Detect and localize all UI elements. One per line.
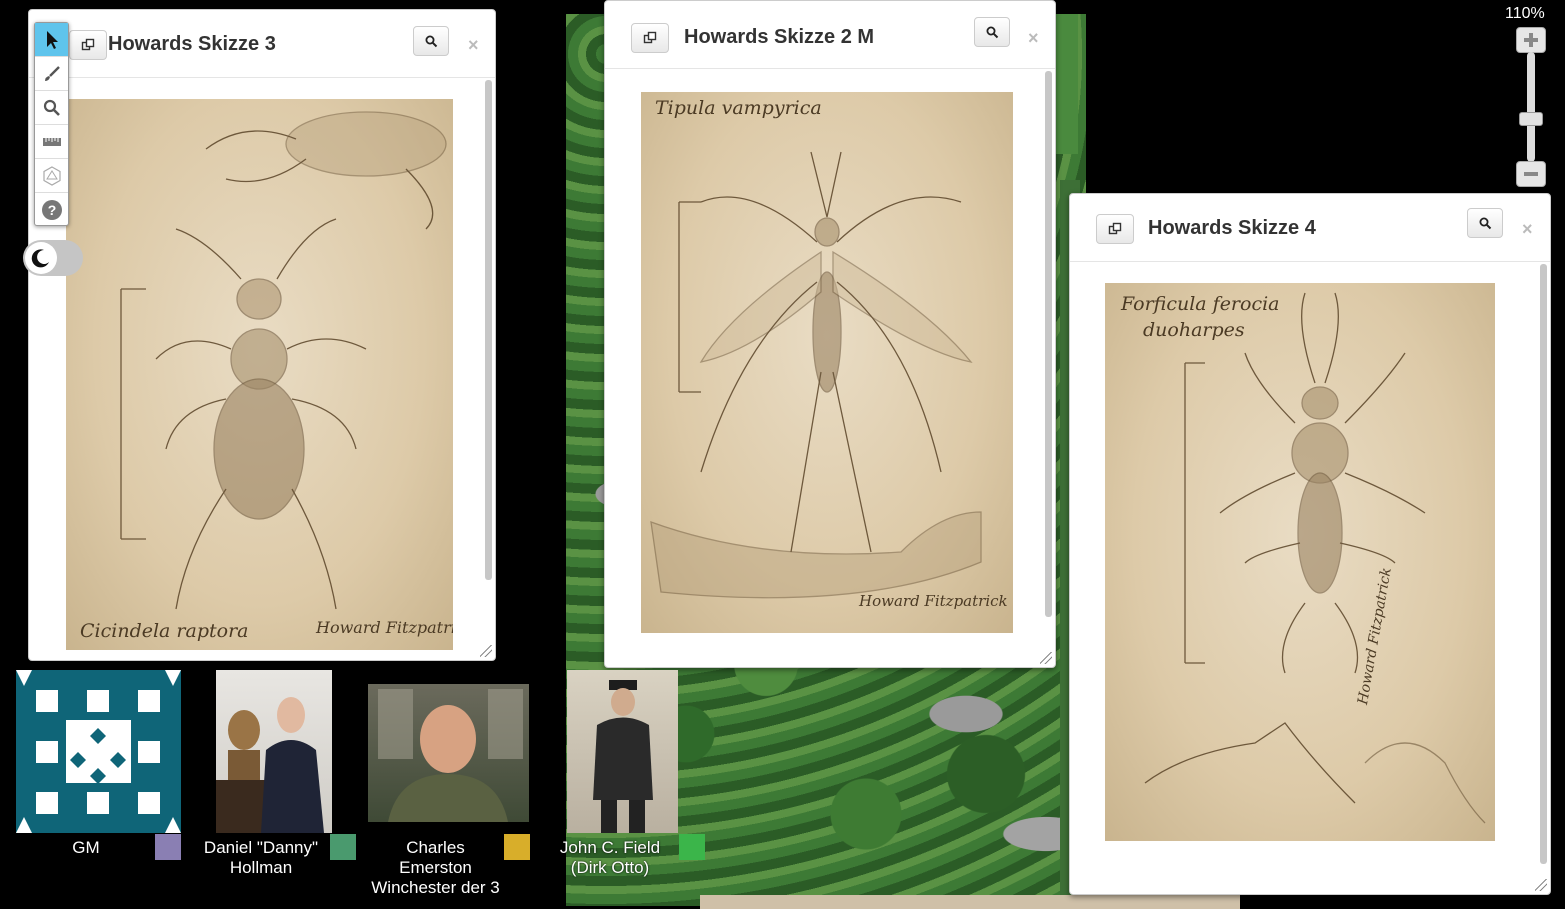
window-title: Howards Skizze 4 bbox=[1148, 217, 1316, 239]
resize-handle[interactable] bbox=[1535, 879, 1547, 891]
avatar bbox=[368, 684, 529, 822]
sketch-caption: Cicindela raptora bbox=[80, 620, 249, 642]
handout-image: Cicindela raptora Howard Fitzpatrick bbox=[66, 99, 453, 650]
virtual-tabletop: Howards Skizze 3 × Cicindela raptora How… bbox=[0, 0, 1565, 909]
player-color-swatch bbox=[155, 834, 181, 860]
measure-tool[interactable] bbox=[35, 125, 68, 159]
zoom-slider-track[interactable] bbox=[1527, 52, 1535, 162]
zoom-in-button[interactable] bbox=[1516, 27, 1546, 53]
moon-icon bbox=[31, 249, 49, 268]
tool-palette: ? bbox=[34, 22, 69, 226]
magnifier-icon bbox=[425, 35, 437, 47]
window-scrollbar[interactable] bbox=[1540, 264, 1547, 864]
avatar bbox=[567, 670, 678, 833]
popout-button[interactable] bbox=[1096, 214, 1134, 244]
map-edge-bottom bbox=[700, 895, 1240, 909]
beetle-sketch bbox=[120, 111, 447, 610]
player-gm[interactable]: GM bbox=[16, 670, 186, 870]
portrait-photo bbox=[378, 689, 523, 822]
player-name: GM bbox=[72, 838, 100, 857]
player-color-swatch bbox=[679, 834, 705, 860]
player-name: Charles Emerston Winchester der 3 bbox=[371, 838, 500, 897]
zoom-image-button[interactable] bbox=[413, 26, 449, 56]
window-scrollbar[interactable] bbox=[1045, 71, 1052, 617]
brush-icon bbox=[44, 65, 60, 81]
draw-tool[interactable] bbox=[35, 57, 68, 91]
handout-window-skizze-4[interactable]: Howards Skizze 4 × Forficula ferocia duo… bbox=[1069, 193, 1551, 895]
window-header[interactable]: Howards Skizze 4 × bbox=[1070, 194, 1550, 262]
zoom-tool[interactable] bbox=[35, 91, 68, 125]
popout-icon bbox=[81, 38, 95, 51]
window-scrollbar[interactable] bbox=[485, 80, 492, 580]
toggle-knob bbox=[25, 242, 57, 274]
select-tool[interactable] bbox=[35, 23, 68, 57]
avatar bbox=[216, 670, 332, 833]
cranefly-sketch bbox=[650, 151, 982, 599]
avatar bbox=[16, 670, 181, 833]
night-mode-toggle[interactable] bbox=[23, 240, 83, 276]
handout-image: Forficula ferocia duoharpes Howard Fitzp… bbox=[1105, 283, 1495, 841]
quilt-pattern-avatar bbox=[16, 670, 181, 833]
zoom-image-button[interactable] bbox=[974, 17, 1010, 47]
sketch-signature: Howard Fitzpatrick bbox=[316, 618, 453, 637]
svg-text:?: ? bbox=[47, 202, 56, 218]
help-icon: ? bbox=[41, 200, 62, 220]
window-title: Howards Skizze 3 bbox=[108, 33, 276, 55]
player-john-field[interactable]: John C. Field (Dirk Otto) bbox=[548, 670, 708, 890]
portrait-photo bbox=[216, 697, 324, 833]
plus-icon bbox=[1524, 33, 1538, 47]
window-header[interactable]: Howards Skizze 3 × bbox=[29, 10, 495, 78]
player-color-swatch bbox=[330, 834, 356, 860]
sketch-signature: Howard Fitzpatrick bbox=[859, 592, 1008, 610]
zoom-out-button[interactable] bbox=[1516, 161, 1546, 187]
popout-icon bbox=[1108, 222, 1122, 235]
portrait-photo bbox=[593, 680, 653, 833]
magnifier-icon bbox=[1479, 217, 1491, 229]
cursor-icon bbox=[46, 30, 58, 49]
map-edge-top bbox=[1056, 14, 1078, 154]
minus-icon bbox=[1524, 172, 1538, 176]
earwig-sketch bbox=[1144, 292, 1486, 824]
player-daniel-hollman[interactable]: Daniel "Danny" Hollman bbox=[200, 670, 360, 890]
close-button[interactable]: × bbox=[468, 35, 479, 56]
handout-image: Tipula vampyrica Howard Fitzpatrick bbox=[641, 92, 1013, 633]
sketch-caption: Forficula ferocia bbox=[1121, 293, 1280, 315]
zoom-image-button[interactable] bbox=[1467, 208, 1503, 238]
zoom-slider-handle[interactable] bbox=[1519, 112, 1543, 126]
player-name: John C. Field (Dirk Otto) bbox=[559, 838, 661, 877]
sketch-caption: Tipula vampyrica bbox=[655, 97, 822, 119]
handout-window-skizze-2m[interactable]: Howards Skizze 2 M × Tipula vampyrica Ho… bbox=[604, 0, 1056, 668]
dice-tool[interactable] bbox=[35, 159, 68, 193]
handout-window-skizze-3[interactable]: Howards Skizze 3 × Cicindela raptora How… bbox=[28, 9, 496, 661]
d20-icon bbox=[42, 165, 61, 186]
resize-handle[interactable] bbox=[1040, 652, 1052, 664]
close-button[interactable]: × bbox=[1028, 28, 1039, 49]
popout-icon bbox=[643, 31, 657, 44]
window-header[interactable]: Howards Skizze 2 M × bbox=[605, 1, 1055, 69]
close-button[interactable]: × bbox=[1522, 219, 1533, 240]
help-tool[interactable]: ? bbox=[35, 193, 68, 227]
popout-button[interactable] bbox=[631, 23, 669, 53]
magnifier-icon bbox=[986, 26, 998, 38]
player-charles-winchester[interactable]: Charles Emerston Winchester der 3 bbox=[368, 684, 538, 904]
popout-button[interactable] bbox=[69, 30, 107, 60]
resize-handle[interactable] bbox=[480, 645, 492, 657]
magnifier-icon bbox=[43, 99, 60, 116]
zoom-level: 110% bbox=[1505, 5, 1545, 22]
ruler-icon bbox=[42, 137, 61, 146]
sketch-caption-line2: duoharpes bbox=[1143, 319, 1245, 341]
player-name: Daniel "Danny" Hollman bbox=[203, 838, 319, 877]
player-color-swatch bbox=[504, 834, 530, 860]
window-title: Howards Skizze 2 M bbox=[684, 26, 875, 48]
